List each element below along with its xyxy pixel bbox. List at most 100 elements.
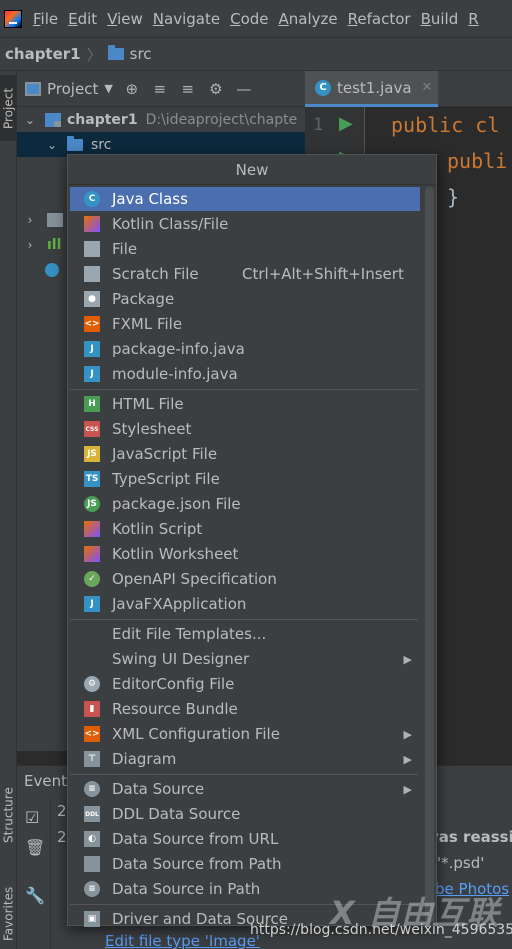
menu-item-label: XML Configuration File: [112, 725, 280, 743]
menu-item-javascript-file[interactable]: JS JavaScript File: [70, 442, 420, 466]
submenu-arrow-icon: ▶: [403, 752, 412, 766]
menu-separator: [70, 774, 418, 775]
menu-analyze[interactable]: Analyze: [274, 10, 343, 28]
chevron-right-icon[interactable]: ›: [23, 238, 37, 252]
breadcrumb-project[interactable]: chapter1: [0, 45, 81, 63]
project-title: Project: [47, 79, 99, 98]
menu-item-ddl-data-source[interactable]: DDL DDL Data Source: [70, 802, 420, 826]
project-view-selector[interactable]: Project ▼: [25, 80, 113, 98]
tab-test1-java[interactable]: C test1.java ✕: [305, 71, 438, 107]
menu-item-kotlin-worksheet[interactable]: Kotlin Worksheet: [70, 542, 420, 566]
menu-refactor[interactable]: Refactor: [343, 10, 416, 28]
menu-item-javafxapplication[interactable]: J JavaFXApplication: [70, 592, 420, 616]
chevron-right-icon: 〉: [86, 45, 102, 64]
menu-item-kotlin-class-file[interactable]: Kotlin Class/File: [70, 212, 420, 236]
menu-item-label: Scratch File: [112, 265, 199, 283]
run-icon[interactable]: ▶: [339, 113, 353, 134]
menu-build[interactable]: Build: [416, 10, 464, 28]
tree-row-root[interactable]: ⌄ chapter1 D:\ideaproject\chapte: [17, 107, 305, 132]
folder-icon: [107, 45, 124, 60]
menu-item-typescript-file[interactable]: TS TypeScript File: [70, 467, 420, 491]
locate-icon[interactable]: ⊕: [123, 80, 141, 98]
menu-item-kotlin-script[interactable]: Kotlin Script: [70, 517, 420, 541]
menu-item-data-source[interactable]: ≡ Data Source ▶: [70, 777, 420, 801]
checkmark-icon[interactable]: ☑: [25, 808, 39, 827]
tab-favorites-label: Favorites: [1, 886, 16, 942]
close-icon[interactable]: ✕: [422, 80, 433, 95]
menu-item-stylesheet[interactable]: CSS Stylesheet: [70, 417, 420, 441]
menu-item-label: JavaScript File: [112, 445, 218, 463]
edit-file-type-link[interactable]: Edit file type 'Image': [105, 932, 260, 949]
menu-item-label: FXML File: [112, 315, 183, 333]
menu-item-label: OpenAPI Specification: [112, 570, 277, 588]
gear-icon[interactable]: ⚙: [207, 80, 225, 98]
collapse-all-icon[interactable]: ≡: [179, 80, 197, 98]
ts-file-icon: TS: [84, 471, 100, 487]
menu-item-editorconfig-file[interactable]: ⚙ EditorConfig File: [70, 672, 420, 696]
menu-item-resource-bundle[interactable]: ▮ Resource Bundle: [70, 697, 420, 721]
menu-item-label: Stylesheet: [112, 420, 192, 438]
menu-item-package[interactable]: ● Package: [70, 287, 420, 311]
menu-item-module-info-java[interactable]: Jmodule-info.java: [70, 362, 420, 386]
editor-tabs: C test1.java ✕: [305, 71, 512, 107]
menu-navigate[interactable]: Navigate: [148, 10, 225, 28]
intellij-logo-icon: [4, 9, 22, 28]
menu-item-label: TypeScript File: [112, 470, 220, 488]
tab-structure[interactable]: Structure: [0, 775, 17, 855]
menu-item-openapi-specification[interactable]: ✓ OpenAPI Specification: [70, 567, 420, 591]
menu-item-fxml-file[interactable]: <> FXML File: [70, 312, 420, 336]
menu-item-label: Data Source from URL: [112, 830, 279, 848]
menu-item-label: Data Source from Path: [112, 855, 282, 873]
chevron-down-icon[interactable]: ⌄: [23, 113, 37, 127]
tab-favorites[interactable]: Favorites: [0, 879, 17, 949]
js-file-icon: JS: [84, 446, 100, 462]
menu-item-shortcut: Ctrl+Alt+Shift+Insert: [242, 265, 404, 283]
diagram-icon: ⊤: [84, 751, 100, 767]
java-class-icon: C: [315, 79, 331, 96]
hide-icon[interactable]: —: [235, 80, 253, 98]
menu-item-scratch-file[interactable]: Scratch File Ctrl+Alt+Shift+Insert: [70, 262, 420, 286]
menu-file[interactable]: File: [28, 10, 63, 28]
menu-item-data-source-from-path[interactable]: Data Source from Path: [70, 852, 420, 876]
menu-item-file[interactable]: File: [70, 237, 420, 261]
wrench-icon[interactable]: 🔧: [25, 886, 45, 905]
menu-item-package-info-java[interactable]: Jpackage-info.java: [70, 337, 420, 361]
event-message-1: vas reassig: [429, 828, 512, 846]
folder-open-icon: [84, 856, 100, 872]
javafx-icon: J: [84, 596, 100, 612]
trash-icon[interactable]: 🗑: [25, 838, 45, 857]
menu-item-label: package-info.java: [112, 340, 245, 358]
breadcrumb-src[interactable]: src: [130, 45, 152, 63]
tab-project[interactable]: Project: [0, 75, 17, 141]
editorconfig-icon: ⚙: [84, 676, 100, 692]
menu-edit[interactable]: Edit: [63, 10, 102, 28]
menu-item-java-class[interactable]: C Java Class: [70, 187, 420, 211]
menu-item-label: Diagram: [112, 750, 177, 768]
menu-code[interactable]: Code: [225, 10, 273, 28]
fxml-file-icon: <>: [84, 316, 100, 332]
menu-bar: File Edit View Navigate Code Analyze Ref…: [0, 0, 512, 37]
menu-item-html-file[interactable]: H HTML File: [70, 392, 420, 416]
menu-item-package-json-file[interactable]: JS package.json File: [70, 492, 420, 516]
tree-src-label: src: [91, 136, 112, 153]
chevron-down-icon: ▼: [104, 82, 113, 95]
menu-item-label: Data Source: [112, 780, 205, 798]
code-line-2: publi: [447, 149, 508, 173]
menu-run[interactable]: R: [463, 10, 483, 28]
menu-item-label: Java Class: [112, 190, 188, 208]
menu-item-data-source-from-url[interactable]: ◐ Data Source from URL: [70, 827, 420, 851]
menu-item-diagram[interactable]: ⊤ Diagram ▶: [70, 747, 420, 771]
css-file-icon: CSS: [84, 421, 100, 437]
chevron-down-icon[interactable]: ⌄: [45, 138, 59, 152]
chevron-right-icon[interactable]: ›: [23, 213, 37, 227]
menu-item-edit-file-templates[interactable]: Edit File Templates...: [70, 622, 420, 646]
menu-view[interactable]: View: [102, 10, 148, 28]
module-icon: [45, 112, 61, 127]
file-icon: [84, 241, 100, 257]
expand-all-icon[interactable]: ≡: [151, 80, 169, 98]
module-icon: [47, 212, 63, 227]
menu-item-xml-configuration-file[interactable]: <> XML Configuration File ▶: [70, 722, 420, 746]
popup-scrollbar[interactable]: [425, 187, 434, 923]
menu-item-swing-ui-designer[interactable]: Swing UI Designer ▶: [70, 647, 420, 671]
database-icon: ≡: [84, 881, 100, 897]
